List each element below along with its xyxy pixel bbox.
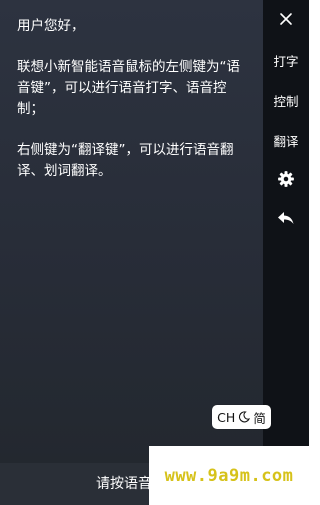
translate-button[interactable]: 翻译 <box>263 134 309 150</box>
language-badge[interactable]: CH 简 <box>212 405 271 429</box>
gear-icon <box>278 171 294 187</box>
crescent-icon <box>239 411 251 423</box>
back-arrow-icon <box>278 212 294 224</box>
settings-button[interactable] <box>263 170 309 192</box>
right-sidebar: 打字 控制 翻译 <box>263 0 309 463</box>
message-panel: 用户您好， 联想小新智能语音鼠标的左侧键为“语音键”，可以进行语音打字、语音控制… <box>0 0 263 463</box>
message-line: 联想小新智能语音鼠标的左侧键为“语音键”，可以进行语音打字、语音控制； <box>17 59 240 117</box>
close-button[interactable] <box>263 12 309 30</box>
close-icon <box>280 13 292 25</box>
voice-prompt: 请按语音 <box>96 476 152 492</box>
script-mode: 简 <box>253 410 266 426</box>
back-button[interactable] <box>263 210 309 230</box>
language-code: CH <box>217 409 236 425</box>
control-button[interactable]: 控制 <box>263 94 309 110</box>
watermark-text: www.9a9m.com <box>164 465 294 486</box>
message-line: 右侧键为“翻译键”，可以进行语音翻译、划词翻译。 <box>17 142 234 179</box>
message-line: 用户您好， <box>17 18 85 34</box>
watermark: www.9a9m.com <box>149 446 309 505</box>
typing-button[interactable]: 打字 <box>263 54 309 70</box>
